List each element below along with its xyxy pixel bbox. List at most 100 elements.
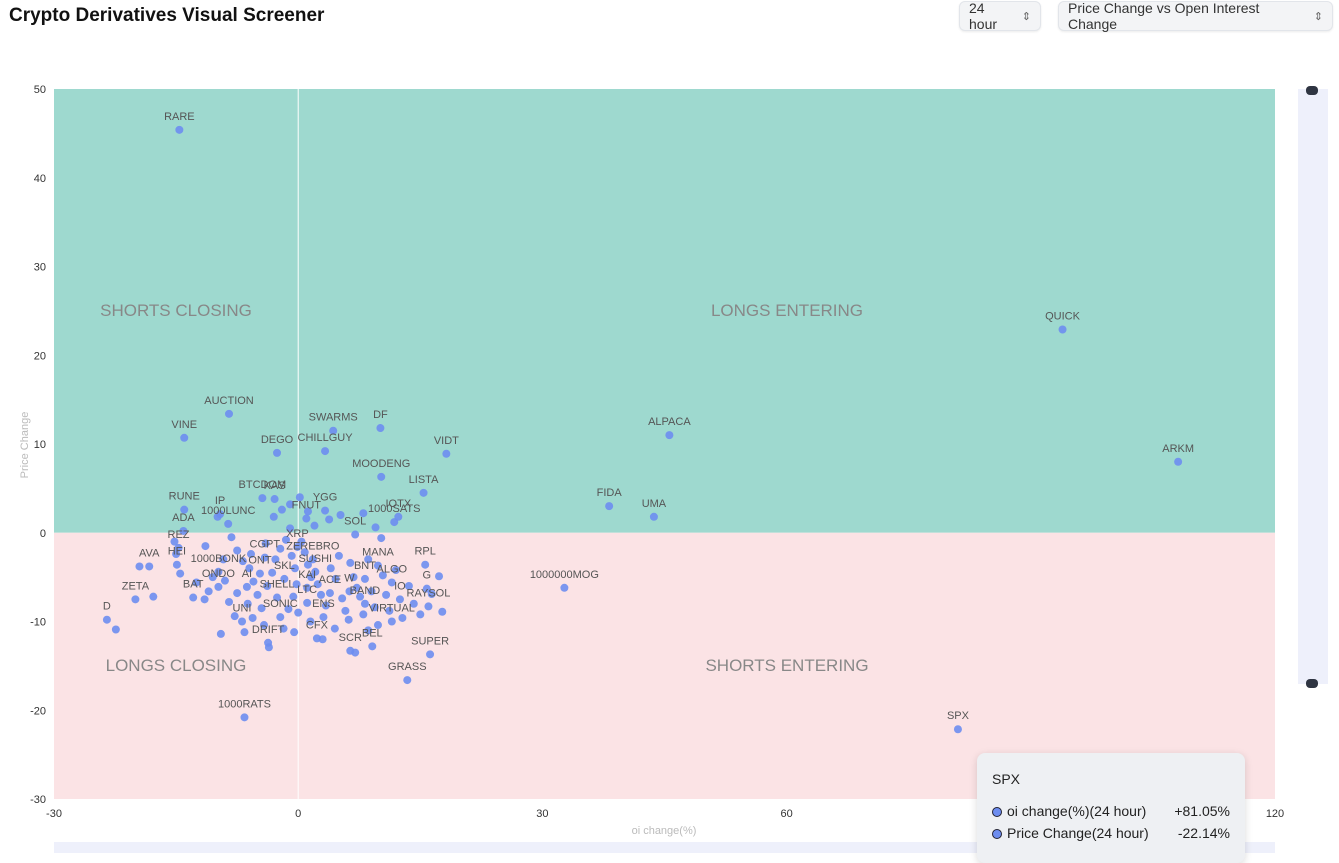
data-point-grass[interactable] [403, 676, 412, 685]
data-point-hei[interactable] [172, 560, 181, 569]
data-point[interactable] [341, 606, 350, 615]
data-point[interactable] [135, 562, 144, 571]
data-point-ont[interactable] [255, 569, 264, 578]
point-label: REZ [168, 529, 190, 541]
data-point[interactable] [334, 551, 343, 560]
data-point-ace[interactable] [325, 589, 334, 598]
point-label: SHELL [260, 579, 295, 591]
data-point-auction[interactable] [225, 409, 234, 418]
data-point-virtual[interactable] [387, 617, 396, 626]
data-point[interactable] [416, 610, 425, 619]
data-point-1000000mog[interactable] [560, 583, 569, 592]
data-point-btcdom[interactable] [258, 494, 267, 503]
point-label: G [423, 570, 432, 582]
data-point[interactable] [176, 569, 185, 578]
data-point-df[interactable] [376, 424, 385, 433]
data-point-sol[interactable] [351, 530, 360, 539]
data-point[interactable] [290, 628, 299, 637]
data-point-ygg[interactable] [321, 506, 330, 515]
data-point-bel[interactable] [368, 642, 377, 651]
data-point-1000rats[interactable] [240, 713, 249, 722]
data-point[interactable] [330, 624, 339, 633]
data-point[interactable] [371, 523, 380, 532]
data-point[interactable] [382, 590, 391, 599]
point-label: AI [242, 568, 252, 580]
data-point[interactable] [233, 589, 242, 598]
data-point[interactable] [201, 542, 210, 551]
point-label: AUCTION [204, 395, 254, 407]
data-point[interactable] [200, 595, 209, 604]
data-point[interactable] [359, 610, 368, 619]
data-point[interactable] [435, 572, 444, 581]
data-point-bat[interactable] [189, 593, 198, 602]
data-point[interactable] [240, 628, 249, 637]
y-zoom-handle-bottom[interactable] [1306, 679, 1318, 688]
data-point-lista[interactable] [419, 488, 428, 497]
data-point-alpaca[interactable] [665, 431, 674, 440]
data-point-fida[interactable] [605, 502, 614, 511]
data-point-uma[interactable] [649, 512, 658, 521]
point-label: QUICK [1045, 311, 1081, 323]
data-point[interactable] [277, 505, 286, 514]
data-point-kas[interactable] [270, 495, 279, 504]
data-point[interactable] [216, 629, 225, 638]
data-point[interactable] [253, 590, 262, 599]
y-axis-label: Price Change [19, 412, 31, 479]
data-point[interactable] [326, 564, 335, 573]
data-point-quick[interactable] [1058, 325, 1067, 334]
data-point[interactable] [344, 615, 353, 624]
data-point-bnt[interactable] [360, 574, 369, 583]
data-point[interactable] [204, 587, 213, 596]
data-point-scr[interactable] [346, 646, 355, 655]
data-point[interactable] [398, 613, 407, 622]
data-point[interactable] [248, 613, 257, 622]
data-point-1000lunc[interactable] [224, 519, 233, 528]
data-point-raysol[interactable] [424, 602, 433, 611]
point-label: DF [373, 409, 388, 421]
data-point[interactable] [149, 592, 158, 601]
data-point[interactable] [310, 521, 319, 530]
data-point[interactable] [287, 551, 296, 560]
data-point-dego[interactable] [273, 448, 282, 457]
data-point-ondo[interactable] [214, 582, 223, 591]
data-point[interactable] [111, 625, 120, 634]
data-point-ai[interactable] [242, 582, 251, 591]
data-point-drift[interactable] [264, 638, 273, 647]
data-point[interactable] [269, 512, 278, 521]
tooltip-value: +81.05% [1174, 803, 1230, 819]
data-point[interactable] [438, 607, 447, 616]
data-point-rpl[interactable] [421, 560, 430, 569]
y-tick-label: 30 [34, 262, 46, 274]
data-point-1000sats[interactable] [390, 518, 399, 527]
data-point-moodeng[interactable] [377, 472, 386, 481]
data-point[interactable] [338, 594, 347, 603]
data-point-zeta[interactable] [131, 595, 140, 604]
point-label: LTC [297, 584, 317, 596]
data-point-fnut[interactable] [302, 514, 311, 523]
quadrant-label-longs-closing: LONGS CLOSING [106, 656, 247, 675]
data-point-spx[interactable] [953, 725, 962, 734]
x-axis-label: oi change(%) [632, 825, 697, 837]
tooltip-row-price: Price Change(24 hour) -22.14% [992, 825, 1230, 841]
data-point-rare[interactable] [175, 125, 184, 134]
point-label: ADA [172, 512, 195, 524]
data-point[interactable] [227, 533, 236, 542]
data-point[interactable] [377, 534, 386, 543]
data-point-super[interactable] [426, 650, 435, 659]
data-point-sonic[interactable] [276, 613, 285, 622]
y-zoom-slider[interactable] [1298, 89, 1328, 684]
data-point-ltc[interactable] [303, 598, 312, 607]
point-label: KAI [298, 569, 316, 581]
point-label: RAYSOL [407, 587, 451, 599]
data-point-vine[interactable] [180, 433, 189, 442]
y-tick-label: -20 [30, 705, 46, 717]
data-point-d[interactable] [102, 615, 111, 624]
data-point-arkm[interactable] [1174, 457, 1183, 466]
data-point-uni[interactable] [238, 617, 247, 626]
y-zoom-handle-top[interactable] [1306, 86, 1318, 95]
data-point-ava[interactable] [145, 562, 154, 571]
data-point-vidt[interactable] [442, 449, 451, 458]
data-point-chillguy[interactable] [321, 447, 330, 456]
data-point-cfx[interactable] [312, 634, 321, 643]
data-point[interactable] [325, 515, 334, 524]
